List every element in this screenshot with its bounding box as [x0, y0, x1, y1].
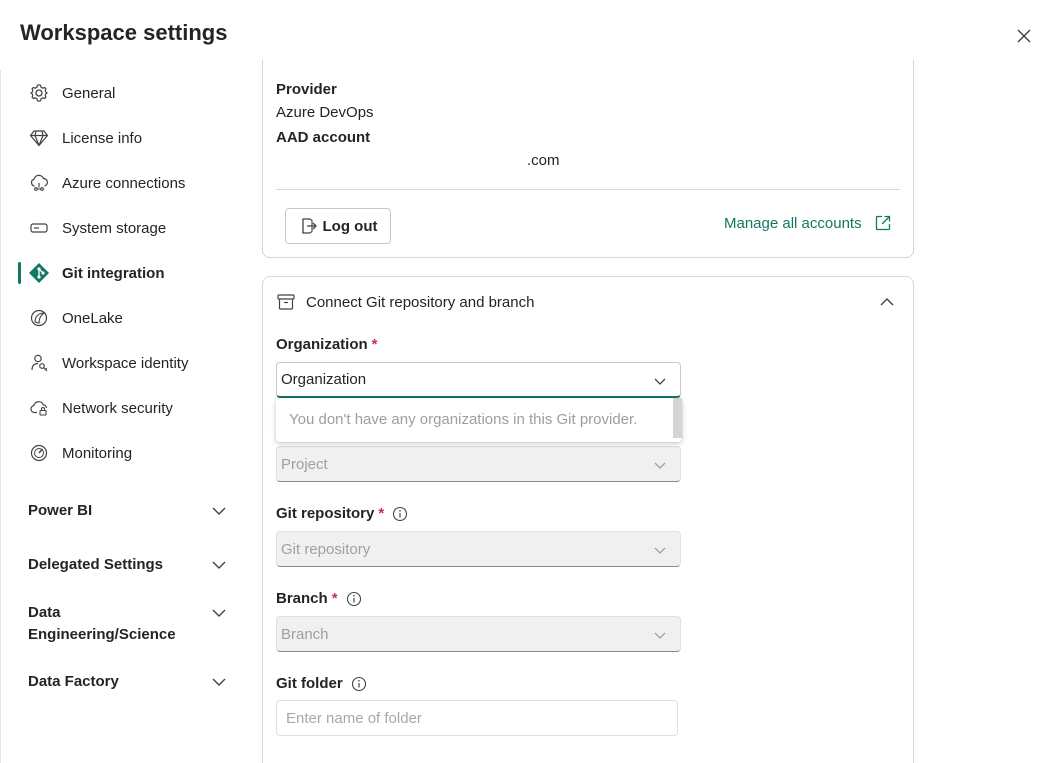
sidebar-item-onelake[interactable]: OneLake [18, 300, 238, 336]
branch-dropdown[interactable]: Branch [276, 616, 681, 652]
sidebar-item-system-storage[interactable]: System storage [18, 210, 238, 246]
log-out-label: Log out [322, 217, 378, 235]
chevron-down-icon [654, 547, 666, 554]
git-repository-dropdown[interactable]: Git repository [276, 531, 681, 567]
organization-label-text: Organization [276, 336, 368, 353]
archive-icon [277, 294, 295, 310]
git-folder-input[interactable] [286, 709, 677, 727]
manage-all-accounts-link[interactable]: Manage all accounts [724, 214, 892, 232]
project-dropdown[interactable]: Project [276, 446, 681, 482]
cloud-lock-icon [28, 397, 50, 419]
storage-icon [28, 217, 50, 239]
organization-dropdown-popup: You don't have any organizations in this… [276, 398, 682, 442]
git-repository-label: Git repository * [276, 505, 408, 522]
gauge-icon [28, 442, 50, 464]
branch-value: Branch [281, 625, 329, 643]
organization-value: Organization [281, 371, 367, 388]
sidebar-item-network-security[interactable]: Network security [18, 390, 238, 426]
connect-section-header[interactable]: Connect Git repository and branch [276, 290, 898, 314]
sidebar-item-label: License info [62, 129, 143, 147]
sidebar-item-label: General [62, 84, 116, 102]
manage-all-accounts-label: Manage all accounts [724, 214, 862, 232]
sidebar-item-label: Azure connections [62, 174, 186, 192]
sidebar-item-license-info[interactable]: License info [18, 120, 238, 156]
provider-value: Azure DevOps [276, 104, 374, 121]
sidebar-group-power-bi[interactable]: Power BI [28, 500, 236, 522]
organization-dropdown[interactable]: Organization [276, 362, 681, 398]
empty-organizations-message: You don't have any organizations in this… [289, 411, 638, 428]
sidebar-item-label: Workspace identity [62, 354, 189, 372]
git-repository-label-text: Git repository [276, 505, 375, 522]
project-value: Project [281, 455, 328, 473]
organization-label: Organization * [276, 336, 378, 353]
aad-account-value: .com [527, 152, 560, 169]
sidebar-group-label-line1: Data [28, 604, 61, 621]
sidebar-group-data-engineering-science[interactable]: Data Engineering/Science [28, 602, 236, 646]
chevron-up-icon [880, 298, 894, 306]
chevron-down-icon [654, 378, 666, 385]
sidebar-group-label: Power BI [28, 502, 93, 519]
sidebar-item-workspace-identity[interactable]: Workspace identity [18, 345, 238, 381]
git-repository-value: Git repository [281, 540, 371, 558]
chevron-down-icon [212, 507, 226, 515]
sidebar-group-label: Delegated Settings [28, 556, 164, 573]
sidebar-item-monitoring[interactable]: Monitoring [18, 435, 238, 471]
sidebar-item-general[interactable]: General [18, 75, 238, 111]
open-external-icon [875, 215, 890, 231]
active-indicator [18, 262, 21, 284]
popup-scrollbar[interactable] [673, 398, 682, 438]
diamond-icon [28, 127, 50, 149]
sidebar-item-git-integration[interactable]: Git integration [18, 255, 238, 291]
git-icon [28, 262, 50, 284]
aad-account-label: AAD account [276, 129, 371, 146]
info-icon[interactable] [346, 591, 362, 607]
onelake-icon [28, 307, 50, 329]
provider-label: Provider [276, 81, 337, 98]
chevron-down-icon [212, 561, 226, 569]
chevron-down-icon [654, 462, 666, 469]
branch-label: Branch * [276, 590, 362, 607]
sidebar-item-label: OneLake [62, 309, 123, 327]
sign-out-icon [301, 218, 317, 234]
sidebar-item-label: Git integration [62, 264, 165, 282]
identity-key-icon [28, 352, 50, 374]
gear-icon [28, 82, 50, 104]
divider [276, 189, 900, 190]
required-marker: * [371, 336, 378, 353]
info-icon[interactable] [392, 506, 408, 522]
sidebar-group-delegated-settings[interactable]: Delegated Settings [28, 554, 236, 576]
chevron-down-icon [654, 632, 666, 639]
required-marker: * [378, 505, 385, 522]
page-title: Workspace settings [20, 20, 228, 45]
git-folder-label: Git folder [276, 675, 367, 692]
close-icon [1017, 29, 1031, 43]
cloud-link-icon [28, 172, 50, 194]
panel-left-border [0, 70, 1, 763]
sidebar-item-label: System storage [62, 219, 167, 237]
branch-label-text: Branch [276, 590, 328, 607]
info-icon[interactable] [351, 676, 367, 692]
log-out-button[interactable]: Log out [285, 208, 391, 244]
connect-section-title: Connect Git repository and branch [306, 293, 535, 311]
required-marker: * [331, 590, 338, 607]
sidebar-item-label: Monitoring [62, 444, 133, 462]
chevron-down-icon [212, 609, 226, 617]
git-folder-field[interactable] [276, 700, 678, 736]
sidebar-item-azure-connections[interactable]: Azure connections [18, 165, 238, 201]
sidebar-group-label-line2: Engineering/Science [28, 626, 176, 643]
git-folder-label-text: Git folder [276, 675, 343, 692]
close-button[interactable] [1012, 24, 1036, 48]
chevron-down-icon [212, 678, 226, 686]
sidebar-item-label: Network security [62, 399, 173, 417]
sidebar-group-data-factory[interactable]: Data Factory [28, 671, 236, 693]
sidebar-group-label: Data Factory [28, 673, 119, 690]
